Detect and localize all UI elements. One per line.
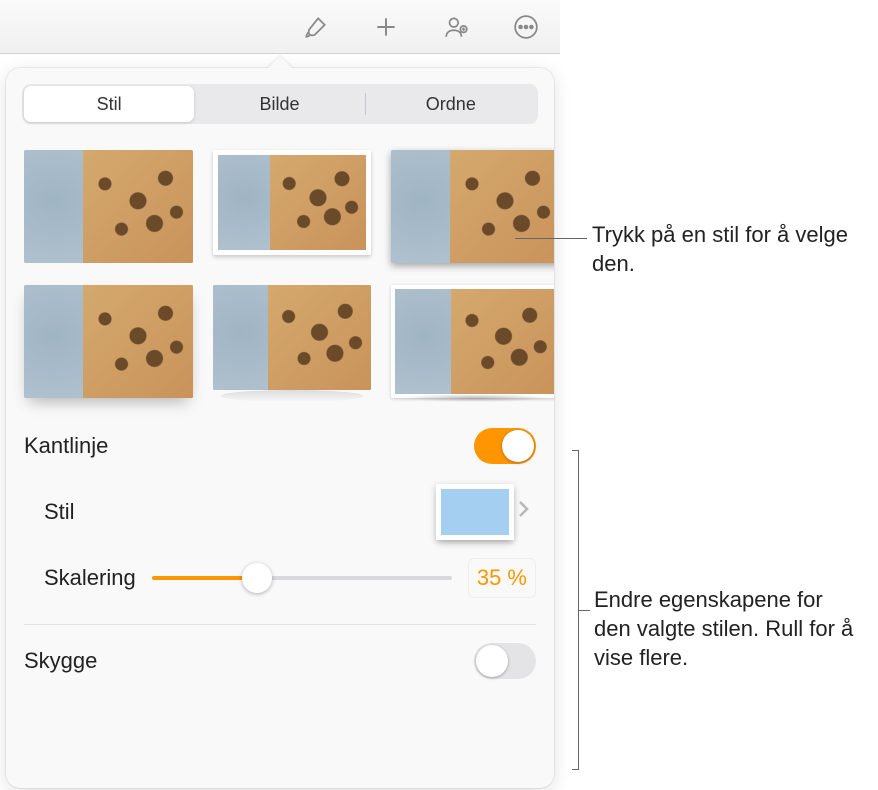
more-icon[interactable] (510, 11, 542, 43)
tab-bilde[interactable]: Bilde (194, 86, 364, 122)
callout-style-tap: Trykk på en stil for å velge den. (592, 220, 878, 278)
style-option-reflection[interactable] (213, 285, 370, 390)
border-style-preview (436, 484, 514, 540)
callout-properties: Endre egenskapene for den valgte stilen.… (594, 585, 864, 672)
format-panel: Stil Bilde Ordne Kantlinje Stil (0, 68, 560, 788)
toggle-knob (476, 645, 508, 677)
border-toggle[interactable] (474, 428, 536, 464)
style-option-curled[interactable] (391, 285, 554, 398)
border-row: Kantlinje (24, 418, 536, 474)
section-divider (24, 624, 536, 625)
style-option-plain[interactable] (24, 150, 193, 263)
style-option-soft-shadow[interactable] (24, 285, 193, 398)
shadow-label: Skygge (24, 648, 97, 674)
callout-bracket-bottom (572, 769, 578, 770)
brush-icon[interactable] (300, 11, 332, 43)
tab-ordne[interactable]: Ordne (366, 86, 536, 122)
style-option-shadowed[interactable] (391, 150, 554, 263)
scaling-slider[interactable] (152, 563, 452, 593)
plus-icon[interactable] (370, 11, 402, 43)
collaborate-icon[interactable] (440, 11, 472, 43)
tab-stil[interactable]: Stil (24, 86, 194, 122)
scaling-value[interactable]: 35 % (468, 558, 536, 598)
scaling-label: Skalering (24, 565, 136, 591)
tab-bar: Stil Bilde Ordne (22, 84, 538, 124)
style-grid (6, 142, 554, 414)
chevron-right-icon (518, 500, 530, 523)
border-style-label: Stil (24, 499, 75, 525)
toggle-knob (502, 430, 534, 462)
callout-line (515, 238, 587, 239)
style-option-bordered[interactable] (213, 150, 370, 255)
callout-bracket-top (572, 450, 578, 451)
border-style-row[interactable]: Stil (24, 474, 536, 550)
callout-bracket-lead (578, 610, 590, 611)
shadow-row: Skygge (24, 633, 536, 689)
top-toolbar (0, 0, 560, 54)
scaling-row: Skalering 35 % (24, 550, 536, 606)
slider-thumb[interactable] (242, 563, 272, 593)
shadow-toggle[interactable] (474, 643, 536, 679)
border-label: Kantlinje (24, 433, 108, 459)
popover-arrow (267, 56, 293, 69)
